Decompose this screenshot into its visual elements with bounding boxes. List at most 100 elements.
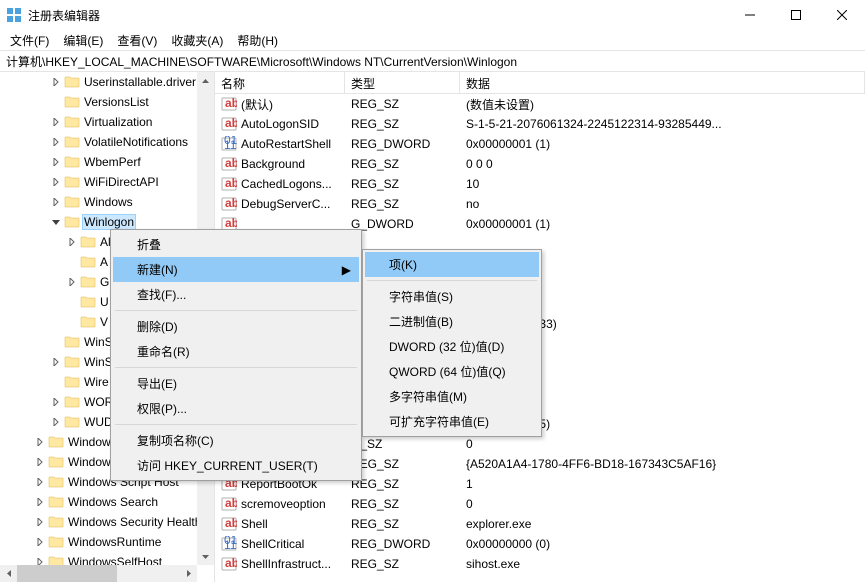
menu-edit[interactable]: 编辑(E) bbox=[57, 30, 109, 51]
folder-icon bbox=[64, 334, 80, 350]
menu-delete[interactable]: 删除(D) bbox=[113, 314, 359, 339]
tree-item-label: VersionsList bbox=[82, 95, 151, 109]
tree-item[interactable]: Windows bbox=[0, 192, 214, 212]
menu-export[interactable]: 导出(E) bbox=[113, 371, 359, 396]
cell-name: 011110AutoRestartShell bbox=[215, 136, 345, 152]
cell-type: REG_SZ bbox=[345, 157, 460, 171]
string-value-icon: ab bbox=[221, 96, 237, 112]
string-value-icon: ab bbox=[221, 156, 237, 172]
no-expand bbox=[48, 334, 64, 350]
folder-icon bbox=[80, 234, 96, 250]
tree-item[interactable]: Windows Security Health bbox=[0, 512, 214, 532]
menu-new[interactable]: 新建(N) ▶ bbox=[113, 257, 359, 282]
menu-permissions[interactable]: 权限(P)... bbox=[113, 396, 359, 421]
folder-icon bbox=[64, 214, 80, 230]
folder-icon bbox=[48, 494, 64, 510]
maximize-button[interactable] bbox=[773, 0, 819, 30]
menu-goto-hkcu[interactable]: 访问 HKEY_CURRENT_USER(T) bbox=[113, 453, 359, 478]
scroll-left-button[interactable] bbox=[0, 565, 17, 582]
submenu-dword[interactable]: DWORD (32 位)值(D) bbox=[365, 334, 539, 359]
cell-type: REG_SZ bbox=[345, 457, 460, 471]
expand-icon[interactable] bbox=[64, 274, 80, 290]
expand-icon[interactable] bbox=[48, 174, 64, 190]
menu-find[interactable]: 查找(F)... bbox=[113, 282, 359, 307]
tree-item[interactable]: VersionsList bbox=[0, 92, 214, 112]
menu-favorites[interactable]: 收藏夹(A) bbox=[165, 30, 229, 51]
submenu-qword[interactable]: QWORD (64 位)值(Q) bbox=[365, 359, 539, 384]
tree-item[interactable]: Virtualization bbox=[0, 112, 214, 132]
list-row[interactable]: abBackgroundREG_SZ0 0 0 bbox=[215, 154, 865, 174]
cell-type: REG_SZ bbox=[345, 97, 460, 111]
menu-collapse[interactable]: 折叠 bbox=[113, 232, 359, 257]
submenu-binary[interactable]: 二进制值(B) bbox=[365, 309, 539, 334]
menu-copy-key-name[interactable]: 复制项名称(C) bbox=[113, 428, 359, 453]
expand-icon[interactable] bbox=[48, 194, 64, 210]
list-row[interactable]: abDebugServerC...REG_SZno bbox=[215, 194, 865, 214]
app-icon bbox=[6, 7, 22, 23]
tree-item[interactable]: Userinstallable.driver bbox=[0, 72, 214, 92]
scroll-right-button[interactable] bbox=[180, 565, 197, 582]
menu-separator bbox=[367, 280, 537, 281]
submenu-string[interactable]: 字符串值(S) bbox=[365, 284, 539, 309]
list-row[interactable]: 011110ShellCriticalREG_DWORD0x00000000 (… bbox=[215, 534, 865, 554]
scroll-up-button[interactable] bbox=[197, 72, 214, 89]
list-row[interactable]: 011110AutoRestartShellREG_DWORD0x0000000… bbox=[215, 134, 865, 154]
svg-text:ab: ab bbox=[225, 516, 237, 530]
tree-item-label: U bbox=[98, 295, 111, 309]
list-row[interactable]: abShellREG_SZexplorer.exe bbox=[215, 514, 865, 534]
expand-icon[interactable] bbox=[32, 514, 48, 530]
list-row[interactable]: abShellInfrastruct...REG_SZsihost.exe bbox=[215, 554, 865, 574]
submenu-multi-string[interactable]: 多字符串值(M) bbox=[365, 384, 539, 409]
list-row[interactable]: ab(默认)REG_SZ(数值未设置) bbox=[215, 94, 865, 114]
expand-icon[interactable] bbox=[48, 394, 64, 410]
expand-icon[interactable] bbox=[32, 474, 48, 490]
expand-icon[interactable] bbox=[48, 414, 64, 430]
tree-scrollbar-horizontal[interactable] bbox=[0, 565, 197, 582]
tree-item-label: A bbox=[98, 255, 110, 269]
expand-icon[interactable] bbox=[48, 74, 64, 90]
list-row[interactable]: abCachedLogons...REG_SZ10 bbox=[215, 174, 865, 194]
no-expand bbox=[64, 254, 80, 270]
scroll-thumb[interactable] bbox=[17, 565, 117, 582]
cell-type: G_SZ bbox=[345, 437, 460, 451]
new-submenu: 项(K) 字符串值(S) 二进制值(B) DWORD (32 位)值(D) QW… bbox=[362, 249, 542, 437]
cell-type: REG_DWORD bbox=[345, 137, 460, 151]
cell-data: 0 bbox=[460, 497, 865, 511]
expand-icon[interactable] bbox=[48, 114, 64, 130]
menu-help[interactable]: 帮助(H) bbox=[231, 30, 284, 51]
submenu-expand-string[interactable]: 可扩充字符串值(E) bbox=[365, 409, 539, 434]
col-header-name[interactable]: 名称 bbox=[215, 72, 345, 93]
expand-icon[interactable] bbox=[32, 454, 48, 470]
minimize-button[interactable] bbox=[727, 0, 773, 30]
tree-item-label: WindowsRuntime bbox=[66, 535, 163, 549]
menu-rename[interactable]: 重命名(R) bbox=[113, 339, 359, 364]
tree-item[interactable]: WindowsRuntime bbox=[0, 532, 214, 552]
tree-item[interactable]: VolatileNotifications bbox=[0, 132, 214, 152]
col-header-type[interactable]: 类型 bbox=[345, 72, 460, 93]
tree-item[interactable]: WiFiDirectAPI bbox=[0, 172, 214, 192]
col-header-data[interactable]: 数据 bbox=[460, 72, 865, 93]
cell-name: abAutoLogonSID bbox=[215, 116, 345, 132]
expand-icon[interactable] bbox=[32, 534, 48, 550]
tree-item[interactable]: Windows Search bbox=[0, 492, 214, 512]
expand-icon[interactable] bbox=[48, 154, 64, 170]
expand-icon[interactable] bbox=[48, 134, 64, 150]
list-row[interactable]: abAutoLogonSIDREG_SZS-1-5-21-2076061324-… bbox=[215, 114, 865, 134]
string-value-icon: ab bbox=[221, 556, 237, 572]
tree-item[interactable]: WbemPerf bbox=[0, 152, 214, 172]
collapse-icon[interactable] bbox=[48, 214, 64, 230]
cell-data: 0x00000001 (1) bbox=[460, 217, 865, 231]
scroll-down-button[interactable] bbox=[197, 548, 214, 565]
submenu-key[interactable]: 项(K) bbox=[365, 252, 539, 277]
close-button[interactable] bbox=[819, 0, 865, 30]
menu-file[interactable]: 文件(F) bbox=[4, 30, 55, 51]
value-name: scremoveoption bbox=[241, 497, 326, 511]
expand-icon[interactable] bbox=[48, 354, 64, 370]
list-row[interactable]: abscremoveoptionREG_SZ0 bbox=[215, 494, 865, 514]
expand-icon[interactable] bbox=[32, 494, 48, 510]
expand-icon[interactable] bbox=[32, 434, 48, 450]
menu-view[interactable]: 查看(V) bbox=[111, 30, 163, 51]
expand-icon[interactable] bbox=[64, 234, 80, 250]
address-bar[interactable]: 计算机\HKEY_LOCAL_MACHINE\SOFTWARE\Microsof… bbox=[0, 50, 865, 72]
folder-icon bbox=[64, 374, 80, 390]
